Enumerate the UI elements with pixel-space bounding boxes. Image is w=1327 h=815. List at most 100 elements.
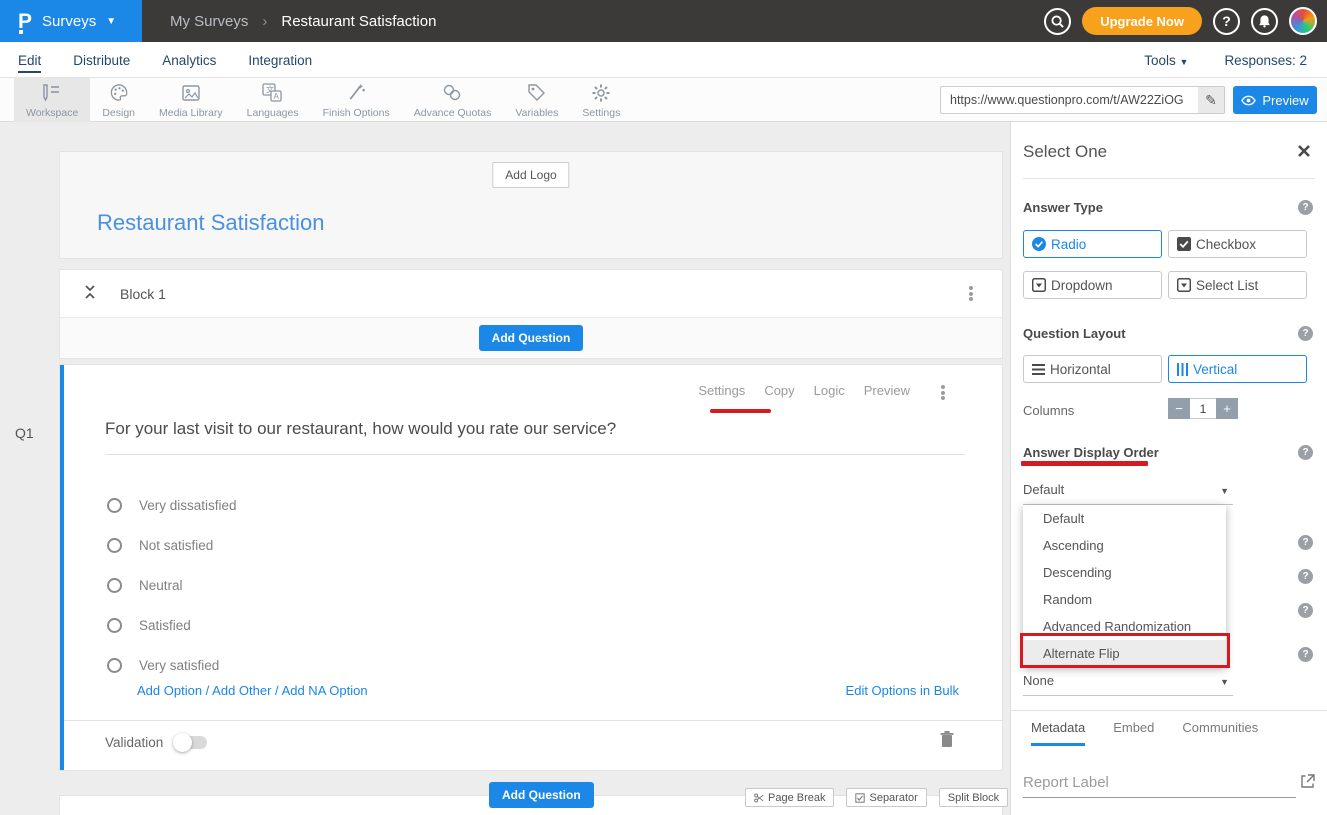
breadcrumb-separator-icon: ›: [262, 13, 267, 30]
toolbar-languages[interactable]: 文A Languages: [235, 78, 311, 122]
radio-icon[interactable]: [107, 498, 122, 513]
upgrade-now-button[interactable]: Upgrade Now: [1082, 7, 1202, 35]
survey-url-input[interactable]: [940, 86, 1225, 114]
question-tab-settings[interactable]: Settings: [698, 383, 745, 398]
columns-plus-button[interactable]: +: [1216, 398, 1238, 419]
toolbar-design[interactable]: Design: [90, 78, 147, 122]
help-icon[interactable]: ?: [1298, 326, 1313, 341]
chevron-down-icon: ▼: [1220, 677, 1229, 687]
question-tab-logic[interactable]: Logic: [814, 383, 845, 398]
survey-nav: Edit Distribute Analytics Integration To…: [0, 42, 1327, 78]
columns-value[interactable]: 1: [1190, 398, 1216, 419]
toolbar-workspace[interactable]: Workspace: [14, 78, 90, 122]
option-row: Very dissatisfied: [107, 485, 237, 525]
menu-item-random[interactable]: Random: [1023, 586, 1226, 613]
tools-menu[interactable]: Tools ▼: [1144, 53, 1188, 68]
answer-type-select-list[interactable]: Select List: [1168, 271, 1307, 299]
divider: [1023, 178, 1315, 179]
breadcrumb: My Surveys › Restaurant Satisfaction: [170, 0, 436, 42]
collapse-block-icon[interactable]: [84, 284, 96, 300]
toolbar-settings[interactable]: Settings: [570, 78, 632, 122]
product-switcher[interactable]: P Surveys ▼: [0, 0, 142, 42]
add-question-row: Add Question: [60, 318, 1002, 358]
bell-icon: [1258, 14, 1271, 28]
add-option-link[interactable]: Add Option: [137, 683, 202, 698]
help-icon[interactable]: ?: [1298, 535, 1313, 550]
columns-minus-button[interactable]: −: [1168, 398, 1190, 419]
question-menu-icon[interactable]: •••: [936, 385, 950, 402]
menu-item-default[interactable]: Default: [1023, 505, 1226, 532]
tab-metadata[interactable]: Metadata: [1031, 720, 1085, 746]
toolbar-media-library[interactable]: Media Library: [147, 78, 235, 122]
none-select[interactable]: None ▼: [1023, 673, 1233, 696]
close-icon[interactable]: [1297, 144, 1311, 158]
edit-options-in-bulk-link[interactable]: Edit Options in Bulk: [846, 683, 959, 698]
tab-analytics[interactable]: Analytics: [162, 42, 216, 78]
add-logo-button[interactable]: Add Logo: [492, 162, 569, 188]
tab-edit[interactable]: Edit: [18, 42, 41, 78]
horizontal-lines-icon: [1032, 364, 1045, 375]
tab-embed[interactable]: Embed: [1113, 720, 1154, 746]
top-bar: P Surveys ▼ My Surveys › Restaurant Sati…: [0, 0, 1327, 42]
add-na-option-link[interactable]: Add NA Option: [282, 683, 368, 698]
menu-item-descending[interactable]: Descending: [1023, 559, 1226, 586]
validation-label: Validation: [105, 735, 163, 750]
add-question-button-bottom[interactable]: Add Question: [489, 782, 594, 808]
question-tab-copy[interactable]: Copy: [764, 383, 794, 398]
menu-item-advanced-randomization[interactable]: Advanced Randomization: [1023, 613, 1226, 640]
block-header: Block 1 •••: [60, 270, 1002, 318]
layout-horizontal[interactable]: Horizontal: [1023, 355, 1162, 383]
svg-text:A: A: [274, 92, 280, 101]
add-other-link[interactable]: Add Other: [212, 683, 271, 698]
separator-button[interactable]: Separator: [846, 788, 926, 807]
split-block-button[interactable]: Split Block: [939, 788, 1008, 807]
display-order-select[interactable]: Default ▼: [1023, 482, 1233, 505]
delete-question-icon[interactable]: [940, 731, 954, 748]
page-break-button[interactable]: Page Break: [745, 788, 834, 807]
radio-icon[interactable]: [107, 578, 122, 593]
help-icon[interactable]: ?: [1298, 603, 1313, 618]
answer-type-checkbox[interactable]: Checkbox: [1168, 230, 1307, 258]
help-icon[interactable]: ?: [1298, 445, 1313, 460]
answer-type-radio[interactable]: Radio: [1023, 230, 1162, 258]
toolbar-variables[interactable]: Variables: [503, 78, 570, 122]
validation-toggle[interactable]: [175, 736, 207, 749]
questionpro-logo-icon: P: [18, 11, 32, 32]
notifications-button[interactable]: [1251, 8, 1278, 35]
help-icon[interactable]: ?: [1298, 647, 1313, 662]
preview-button[interactable]: Preview: [1233, 86, 1317, 114]
help-icon[interactable]: ?: [1298, 200, 1313, 215]
report-label-input[interactable]: [1023, 772, 1296, 798]
question-text[interactable]: For your last visit to our restaurant, h…: [105, 419, 965, 455]
chevron-down-icon: ▼: [1180, 57, 1189, 67]
radio-icon[interactable]: [107, 538, 122, 553]
help-button[interactable]: ?: [1213, 8, 1240, 35]
chain-links-icon: [442, 82, 463, 103]
responses-count[interactable]: Responses: 2: [1224, 53, 1307, 68]
external-link-icon[interactable]: [1300, 774, 1315, 789]
help-icon[interactable]: ?: [1298, 569, 1313, 584]
columns-stepper: − 1 +: [1168, 398, 1238, 419]
option-row: Neutral: [107, 565, 237, 605]
tab-communities[interactable]: Communities: [1182, 720, 1258, 746]
survey-title[interactable]: Restaurant Satisfaction: [97, 210, 324, 236]
toolbar-advance-quotas[interactable]: Advance Quotas: [402, 78, 504, 122]
answer-type-label: Answer Type: [1023, 200, 1103, 215]
radio-icon[interactable]: [107, 618, 122, 633]
block-menu-icon[interactable]: •••: [964, 286, 978, 303]
breadcrumb-parent[interactable]: My Surveys: [170, 13, 248, 30]
edit-url-icon[interactable]: ✎: [1198, 87, 1224, 113]
add-question-button[interactable]: Add Question: [479, 325, 584, 351]
block-title[interactable]: Block 1: [120, 286, 166, 302]
answer-type-dropdown[interactable]: Dropdown: [1023, 271, 1162, 299]
search-button[interactable]: [1044, 8, 1071, 35]
question-tab-preview[interactable]: Preview: [864, 383, 910, 398]
radio-icon[interactable]: [107, 658, 122, 673]
menu-item-ascending[interactable]: Ascending: [1023, 532, 1226, 559]
menu-item-alternate-flip[interactable]: Alternate Flip: [1023, 640, 1226, 667]
avatar[interactable]: [1289, 7, 1317, 35]
tab-distribute[interactable]: Distribute: [73, 42, 130, 78]
toolbar-finish-options[interactable]: Finish Options: [311, 78, 402, 122]
tab-integration[interactable]: Integration: [248, 42, 312, 78]
layout-vertical[interactable]: Vertical: [1168, 355, 1307, 383]
